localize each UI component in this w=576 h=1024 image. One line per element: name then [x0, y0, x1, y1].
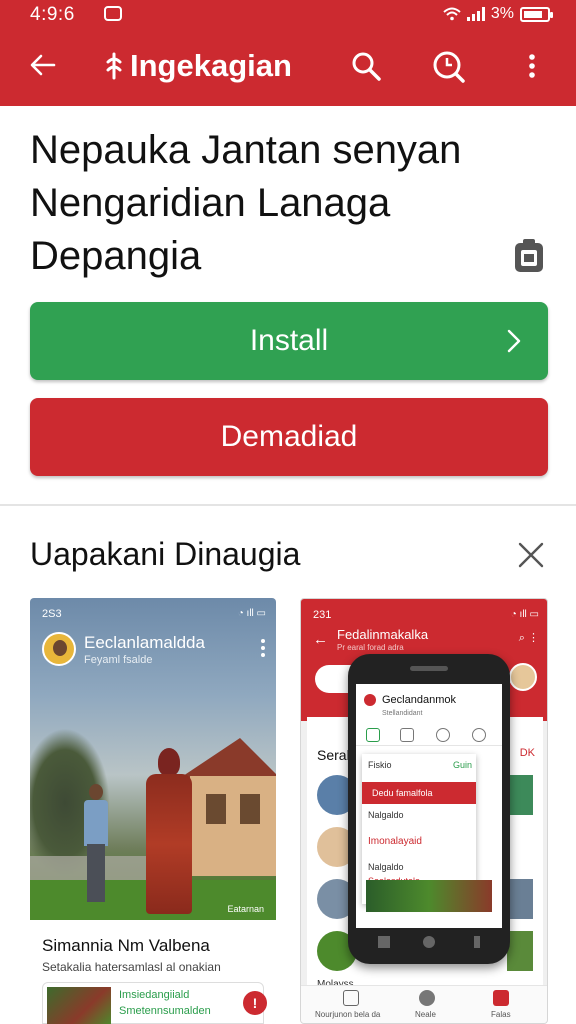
mini-card-line2: Smetennsumalden — [119, 1005, 211, 1017]
app-title-wrap: Ingekagian — [104, 48, 292, 84]
mini-card: Imsiedangiiald Smetennsumalden ! — [42, 982, 267, 1024]
phone-screen: Geclandanmok Stellandidant Fiskio Guin D… — [356, 684, 502, 928]
mini-status-icons: ◔ ıll ▭ — [510, 609, 539, 620]
menu-item-selected: Dedu famalfola — [362, 782, 476, 804]
mini-thumbnail — [47, 987, 111, 1024]
demo-button-label: Demadiad — [220, 420, 358, 453]
app-logo-icon — [364, 694, 376, 706]
home-circle-icon — [423, 936, 435, 948]
grid-icon — [493, 990, 509, 1006]
mini-header-icons: ⌕ ⋮ — [518, 632, 539, 644]
status-time: 4:9:6 — [30, 4, 75, 25]
wifi-icon — [443, 7, 461, 21]
info-subtitle: Setakalia hatersamlasl al onakian — [42, 960, 221, 974]
search-icon[interactable] — [348, 48, 384, 84]
person-man — [82, 784, 110, 902]
back-arrow-icon[interactable] — [28, 50, 58, 80]
battery-icon — [520, 6, 553, 22]
mini-card-line1: Imsiedangiiald — [119, 989, 190, 1001]
install-button[interactable]: Install — [30, 302, 548, 380]
photo-caption: Eatarnan — [227, 904, 264, 914]
menu-item: Nalgaldo — [368, 862, 404, 872]
mini-app-title: Fedalinmakalka — [337, 627, 429, 642]
chevron-right-icon — [507, 329, 521, 353]
mini-bottom-nav: Nourjunon bela da Neale Falas — [301, 985, 547, 1023]
list-thumbnail — [507, 775, 533, 815]
menu-item: Imonalayaid — [368, 836, 422, 847]
back-triangle-icon — [468, 936, 480, 948]
alert-icon: ! — [243, 991, 267, 1015]
notification-icon — [104, 6, 122, 21]
close-circle-icon — [419, 990, 435, 1006]
demo-button[interactable]: Demadiad — [30, 398, 548, 476]
mini-status-time: 2S3 — [42, 608, 62, 620]
app-bar: Ingekagian — [0, 36, 576, 98]
page-headline: Nepauka Jantan senyan Nengaridian Lanaga… — [30, 128, 462, 278]
screenshot-card-1[interactable]: 2S3 ◔ ıll ▭ Eeclanlamaldda Feyaml fsalde… — [30, 598, 276, 1024]
battery-percent: 3% — [490, 5, 514, 22]
close-icon[interactable] — [516, 540, 546, 570]
mini-app-subtitle: Pr earal forad adra — [337, 643, 404, 652]
section-divider — [0, 504, 576, 506]
back-arrow-icon: ← — [313, 631, 328, 648]
phone-speaker — [410, 666, 448, 671]
list-thumbnail — [507, 931, 533, 971]
app-logo-icon — [106, 52, 122, 80]
mini-section-link: DK — [519, 747, 535, 759]
upload-icon — [400, 728, 414, 742]
mini-nav-label: Falas — [491, 1010, 511, 1019]
avatar — [509, 663, 537, 691]
phone-image — [366, 880, 492, 912]
app-title: Ingekagian — [130, 48, 292, 83]
search-zoom-icon[interactable] — [430, 48, 466, 84]
home-icon — [366, 728, 380, 742]
house-window — [240, 794, 260, 824]
avatar — [42, 632, 76, 666]
status-bar: 4:9:6 3% — [0, 0, 576, 30]
list-thumbnail — [507, 879, 533, 919]
clock-icon — [436, 728, 450, 742]
signal-icon — [466, 7, 485, 21]
more-vert-icon[interactable] — [514, 48, 550, 84]
profile-subtitle: Feyaml fsalde — [84, 654, 153, 666]
more-vert-icon — [261, 639, 265, 657]
phone-icon-row — [356, 724, 502, 746]
info-panel: Simannia Nm Valbena Setakalia hatersamla… — [30, 920, 276, 1024]
install-button-label: Install — [249, 324, 329, 357]
gear-icon — [472, 728, 486, 742]
clipboard-icon[interactable] — [512, 238, 546, 274]
menu-item: Nalgaldo — [368, 810, 404, 820]
phone-nav-bar — [348, 932, 510, 956]
phone-mockup: Geclandanmok Stellandidant Fiskio Guin D… — [348, 654, 510, 964]
house-window — [206, 794, 226, 824]
square-icon — [378, 936, 390, 948]
house-roof — [180, 738, 276, 778]
info-title: Simannia Nm Valbena — [42, 936, 210, 955]
phone-app-subtitle: Stellandidant — [382, 710, 423, 717]
menu-item-right: Guin — [452, 760, 472, 770]
house-wall — [190, 776, 276, 876]
screenshots-section-title: Uapakani Dinaugia — [30, 536, 301, 572]
person-woman — [144, 748, 194, 916]
home-icon — [343, 990, 359, 1006]
top-app-header: 4:9:6 3% Ingekagian — [0, 0, 576, 106]
phone-app-title: Geclandanmok — [382, 694, 456, 706]
mini-status-icons: ◔ ıll ▭ — [237, 608, 266, 619]
mini-status-time: 231 — [313, 609, 332, 621]
mini-nav-label: Nourjunon bela da — [315, 1010, 381, 1019]
menu-item: Fiskio — [368, 760, 392, 770]
status-icons: 3% — [443, 5, 553, 23]
mini-nav-label: Neale — [415, 1010, 436, 1019]
mini-section-title: Seral — [317, 747, 350, 763]
profile-name: Eeclanlamaldda — [84, 633, 205, 652]
